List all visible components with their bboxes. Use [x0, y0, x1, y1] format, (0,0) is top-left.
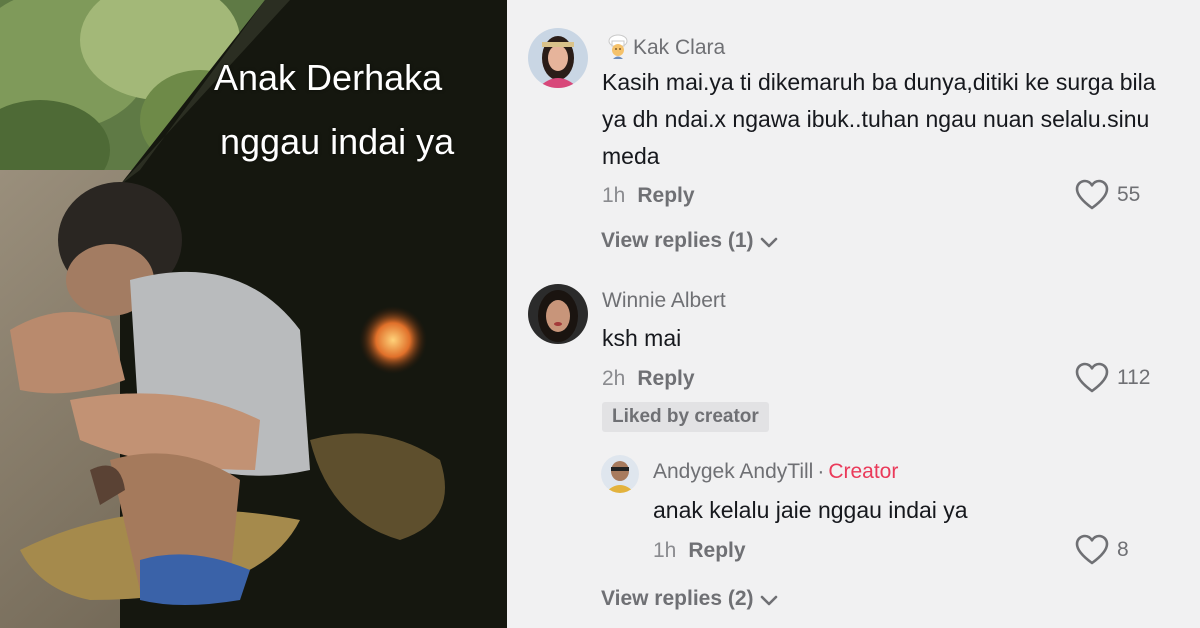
reply-button[interactable]: Reply: [637, 184, 694, 207]
separator-dot: ·: [817, 460, 825, 483]
heart-icon: [1075, 179, 1109, 210]
chef-emoji-icon: [608, 34, 628, 59]
avatar[interactable]: [601, 455, 639, 493]
like-count: 55: [1117, 183, 1141, 206]
winnie-albert-avatar-image: [528, 284, 588, 344]
comment-username[interactable]: Winnie Albert: [602, 289, 726, 313]
caption-line-1: Anak Derhaka: [214, 57, 443, 98]
chevron-down-icon: [760, 595, 777, 606]
reply-username-row: Andygek AndyTill · Creator: [653, 460, 898, 484]
reply-button[interactable]: Reply: [637, 367, 694, 390]
like-button[interactable]: 55: [1075, 179, 1140, 211]
avatar[interactable]: [528, 284, 588, 344]
video-frame[interactable]: Anak Derhaka nggau indai ya: [0, 0, 507, 628]
comment-meta: 2h Reply: [602, 367, 695, 391]
liked-by-creator-badge: Liked by creator: [602, 402, 769, 432]
comment-text: Kasih mai.ya ti dikemaruh ba dunya,ditik…: [602, 69, 1156, 169]
reply-text: anak kelalu jaie nggau indai ya: [653, 497, 968, 523]
comment-time: 2h: [602, 367, 626, 390]
kak-clara-avatar-image: [528, 28, 588, 88]
creator-tag: Creator: [828, 460, 899, 483]
view-replies-label: View replies (2): [601, 587, 754, 610]
caption-line-2: nggau indai ya: [220, 121, 455, 162]
reply-username[interactable]: Andygek AndyTill: [653, 460, 813, 483]
like-count: 112: [1117, 366, 1151, 389]
heart-icon: [1075, 534, 1109, 565]
reply-button[interactable]: Reply: [688, 539, 745, 562]
like-button[interactable]: 8: [1075, 534, 1129, 566]
comment-username-label: Kak Clara: [633, 36, 726, 59]
view-replies-button[interactable]: View replies (2): [601, 587, 778, 611]
heart-icon: [1075, 362, 1109, 393]
view-replies-button[interactable]: View replies (1): [601, 229, 778, 253]
comment-time: 1h: [602, 184, 626, 207]
comment-username[interactable]: Kak Clara: [605, 33, 725, 60]
video-caption: Anak Derhaka nggau indai ya: [214, 46, 504, 174]
avatar[interactable]: [528, 28, 588, 88]
chevron-down-icon: [760, 237, 777, 248]
comments-panel: Kak Clara Kasih mai.ya ti dikemaruh ba d…: [507, 0, 1200, 628]
reply-meta: 1h Reply: [653, 539, 746, 563]
andygek-andytill-avatar-image: [601, 455, 639, 493]
comment-text: ksh mai: [602, 325, 682, 351]
view-replies-label: View replies (1): [601, 229, 754, 252]
like-button[interactable]: 112: [1075, 362, 1150, 394]
like-count: 8: [1117, 538, 1129, 561]
reply-time: 1h: [653, 539, 677, 562]
comment-meta: 1h Reply: [602, 184, 695, 208]
